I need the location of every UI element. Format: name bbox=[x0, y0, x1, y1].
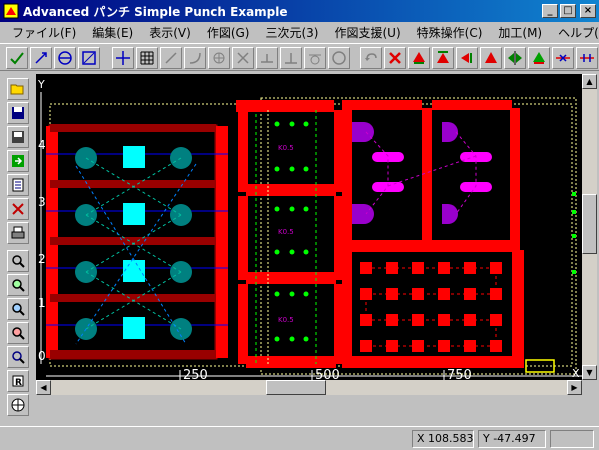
mirror-icon[interactable] bbox=[504, 47, 526, 69]
zoom-icon[interactable] bbox=[7, 250, 29, 272]
save-as-icon[interactable] bbox=[7, 126, 29, 148]
y-tick-0: 0 bbox=[38, 349, 46, 363]
save-icon[interactable] bbox=[7, 102, 29, 124]
status-bar: X 108.583 Y -47.497 bbox=[0, 426, 599, 450]
y-coordinate: Y -47.497 bbox=[478, 430, 546, 448]
hole-label: K0.5 bbox=[278, 144, 294, 152]
zoom-out-icon[interactable] bbox=[7, 322, 29, 344]
grid-icon[interactable] bbox=[136, 47, 158, 69]
y-tick-4: 4 bbox=[38, 138, 46, 152]
horizontal-scrollbar[interactable]: ◀ ▶ bbox=[36, 380, 582, 395]
app-icon[interactable] bbox=[3, 3, 19, 19]
scroll-up-button[interactable]: ▲ bbox=[582, 74, 597, 89]
title-bar: Advanced パンチ Simple Punch Example _ □ × bbox=[0, 0, 599, 22]
scroll-left-button[interactable]: ◀ bbox=[36, 380, 51, 395]
vertical-scrollbar[interactable]: ▲ ▼ bbox=[582, 74, 597, 380]
scroll-thumb-vertical[interactable] bbox=[582, 194, 597, 254]
print-icon[interactable] bbox=[7, 222, 29, 244]
open-folder-icon[interactable] bbox=[7, 78, 29, 100]
document-icon[interactable] bbox=[7, 174, 29, 196]
arrow-line-icon[interactable] bbox=[30, 47, 52, 69]
x-axis-label: X bbox=[572, 367, 580, 380]
toolbar bbox=[0, 43, 599, 71]
drawing-svg: Y 4 3 2 1 0 250 500 750 K0.5 K0.5 K0.5 X bbox=[36, 74, 582, 380]
menu-file[interactable]: ファイル(F) bbox=[4, 24, 84, 41]
scroll-thumb-horizontal[interactable] bbox=[266, 380, 326, 395]
scroll-right-button[interactable]: ▶ bbox=[567, 380, 582, 395]
snap-center-icon[interactable] bbox=[208, 47, 230, 69]
snap-intersect-icon[interactable] bbox=[232, 47, 254, 69]
export-icon[interactable] bbox=[7, 150, 29, 172]
pan-icon[interactable] bbox=[7, 346, 29, 368]
y-tick-1: 1 bbox=[38, 296, 46, 310]
menu-help[interactable]: ヘルプ(H) bbox=[550, 24, 599, 41]
x-tick-250: 250 bbox=[183, 368, 208, 380]
zoom-in-icon[interactable] bbox=[7, 274, 29, 296]
y-axis-label: Y bbox=[37, 78, 45, 91]
punch-triangle-icon[interactable] bbox=[480, 47, 502, 69]
snap-tangent-icon[interactable] bbox=[304, 47, 326, 69]
link-icon[interactable] bbox=[576, 47, 598, 69]
zoom-fit-icon[interactable] bbox=[7, 298, 29, 320]
menu-special-ops[interactable]: 特殊操作(C) bbox=[409, 24, 491, 41]
menu-view[interactable]: 表示(V) bbox=[141, 24, 199, 41]
minimize-button[interactable]: _ bbox=[542, 4, 558, 18]
y-tick-2: 2 bbox=[38, 252, 46, 266]
compass-icon[interactable] bbox=[7, 394, 29, 416]
menu-3d[interactable]: 三次元(3) bbox=[257, 24, 326, 41]
move-cross-icon[interactable] bbox=[112, 47, 134, 69]
cut-icon[interactable] bbox=[7, 198, 29, 220]
line-tool-icon[interactable] bbox=[160, 47, 182, 69]
menu-bar: ファイル(F) 編集(E) 表示(V) 作図(G) 三次元(3) 作図支援(U)… bbox=[0, 22, 599, 42]
check-line-icon[interactable] bbox=[6, 47, 28, 69]
circle-minus-icon[interactable] bbox=[54, 47, 76, 69]
delete-x-icon[interactable] bbox=[384, 47, 406, 69]
square-zoom-icon[interactable] bbox=[78, 47, 100, 69]
maximize-button[interactable]: □ bbox=[560, 4, 576, 18]
snap-end-icon[interactable] bbox=[328, 47, 350, 69]
undo-icon[interactable] bbox=[360, 47, 382, 69]
menu-machining[interactable]: 加工(M) bbox=[490, 24, 550, 41]
punch-down-icon[interactable] bbox=[432, 47, 454, 69]
punch-left-icon[interactable] bbox=[456, 47, 478, 69]
window-title: Advanced パンチ Simple Punch Example bbox=[23, 4, 288, 19]
scroll-down-button[interactable]: ▼ bbox=[582, 365, 597, 380]
y-tick-3: 3 bbox=[38, 195, 46, 209]
snap-perpendicular-icon[interactable] bbox=[280, 47, 302, 69]
status-empty bbox=[550, 430, 594, 448]
hole-label: K0.5 bbox=[278, 228, 294, 236]
snap-midpoint-icon[interactable] bbox=[256, 47, 278, 69]
redraw-icon[interactable]: R bbox=[7, 370, 29, 392]
x-coordinate: X 108.583 bbox=[412, 430, 474, 448]
menu-draw[interactable]: 作図(G) bbox=[199, 24, 258, 41]
punch-up-green-icon[interactable] bbox=[528, 47, 550, 69]
hole-label: K0.5 bbox=[278, 316, 294, 324]
punch-up-icon[interactable] bbox=[408, 47, 430, 69]
menu-draw-assist[interactable]: 作図支援(U) bbox=[326, 24, 408, 41]
close-button[interactable]: × bbox=[580, 4, 596, 18]
split-icon[interactable] bbox=[552, 47, 574, 69]
menu-edit[interactable]: 編集(E) bbox=[84, 24, 141, 41]
arc-tool-icon[interactable] bbox=[184, 47, 206, 69]
left-toolbar: R bbox=[4, 74, 34, 416]
svg-text:R: R bbox=[15, 378, 22, 388]
drawing-canvas[interactable]: Y 4 3 2 1 0 250 500 750 K0.5 K0.5 K0.5 X bbox=[36, 74, 582, 380]
